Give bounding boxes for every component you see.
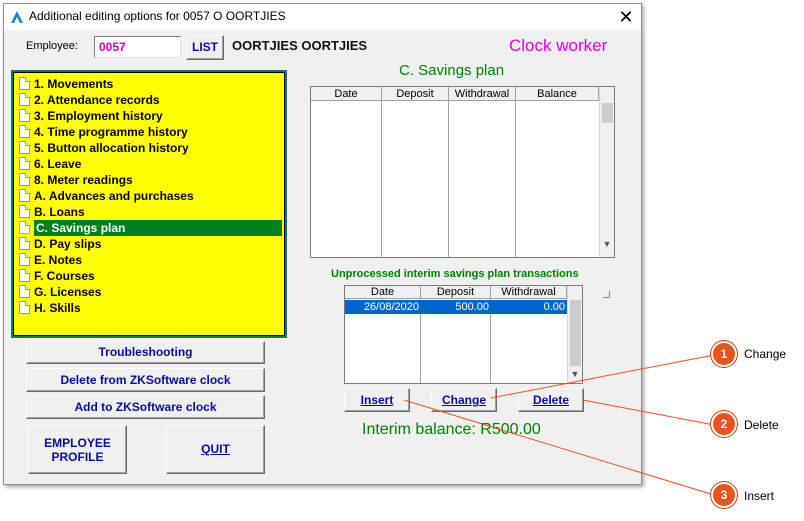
callout-lines	[403, 354, 715, 496]
callout-1-label: Change	[744, 347, 787, 361]
callout-2-marker: 2	[711, 411, 737, 437]
callout-3-marker: 3	[711, 482, 737, 508]
callout-2-label: Delete	[744, 418, 779, 432]
callout-1-marker: 1	[711, 341, 737, 367]
callout-3-label: Insert	[744, 489, 775, 503]
